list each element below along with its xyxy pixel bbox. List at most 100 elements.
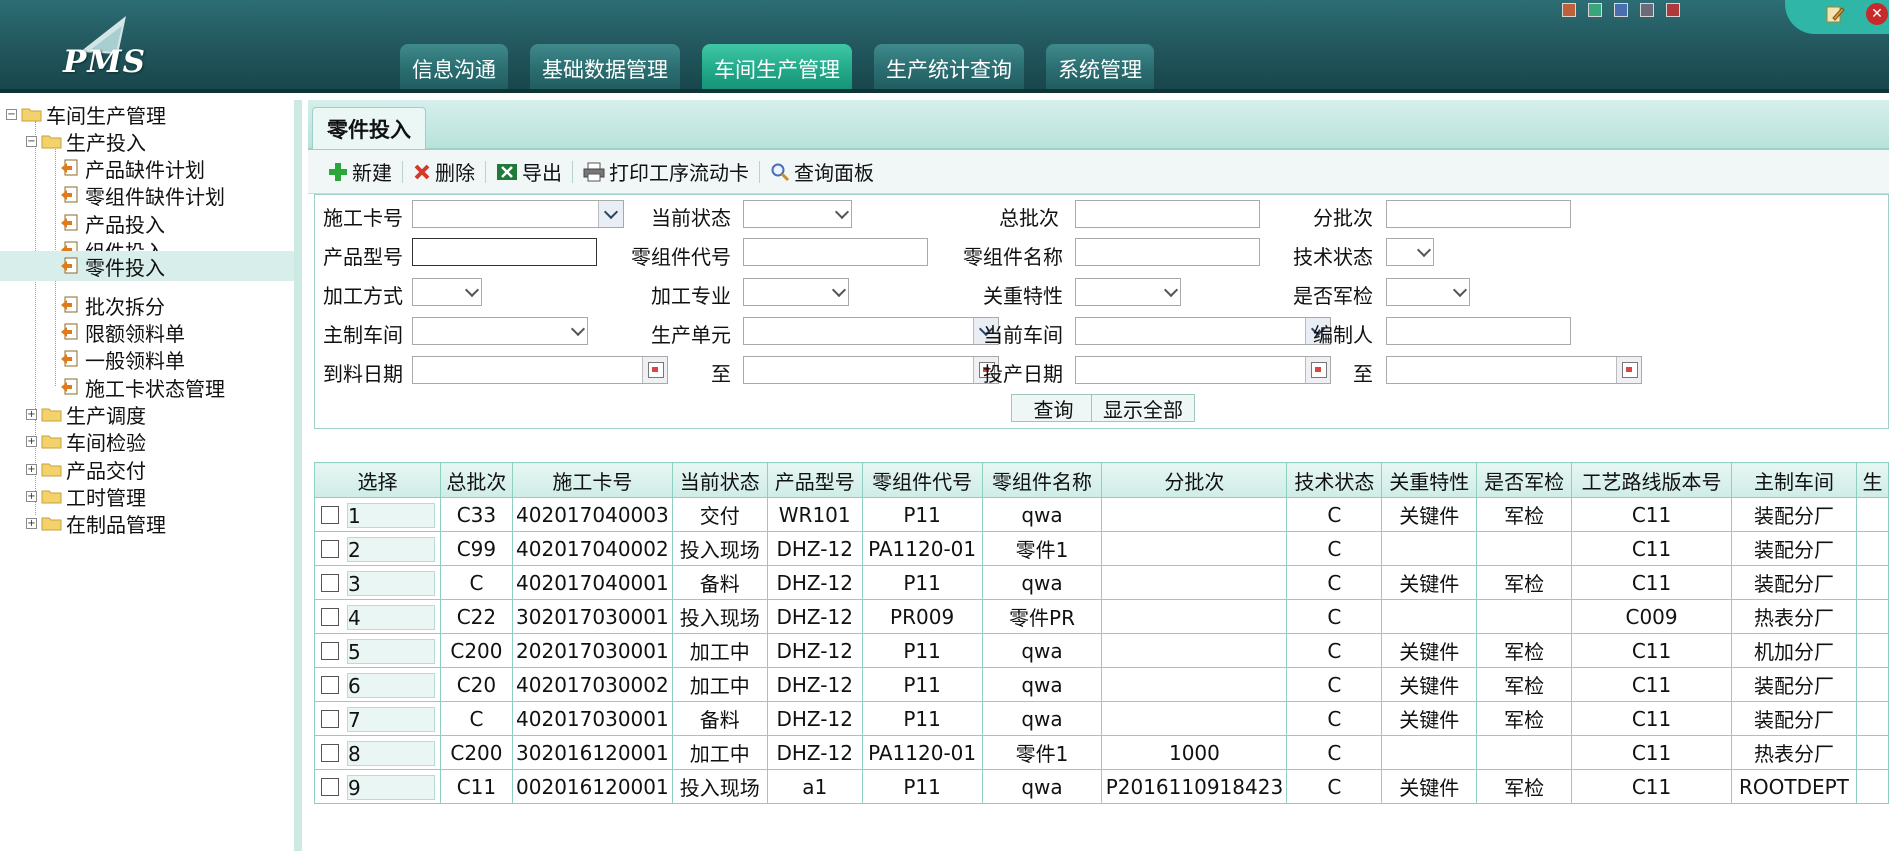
export-button[interactable]: 导出 bbox=[488, 157, 570, 186]
row-checkbox[interactable] bbox=[321, 574, 339, 592]
sidebar-item-product-input[interactable]: 产品投入 bbox=[60, 208, 165, 238]
row-number[interactable]: 4 bbox=[347, 604, 435, 630]
expand-icon[interactable]: + bbox=[26, 517, 37, 529]
row-checkbox[interactable] bbox=[321, 744, 339, 762]
table-row[interactable]: 6 C20 402017030002 加工中 DHZ-12 P11 qwa C … bbox=[314, 667, 1889, 702]
col-header-military[interactable]: 是否军检 bbox=[1476, 462, 1573, 498]
start-date-to[interactable] bbox=[1386, 356, 1642, 384]
expand-icon[interactable]: + bbox=[26, 408, 37, 420]
row-number[interactable]: 7 bbox=[347, 706, 435, 732]
print-button[interactable]: 打印工序流动卡 bbox=[575, 157, 757, 186]
row-number[interactable]: 8 bbox=[347, 740, 435, 766]
table-row[interactable]: 2 C99 402017040002 投入现场 DHZ-12 PA1120-01… bbox=[314, 531, 1889, 566]
collapse-icon[interactable]: − bbox=[26, 135, 37, 147]
total-batch-input[interactable] bbox=[1075, 200, 1260, 228]
col-header-model[interactable]: 产品型号 bbox=[766, 462, 863, 498]
col-header-sub-batch[interactable]: 分批次 bbox=[1101, 462, 1288, 498]
calendar-button[interactable] bbox=[642, 357, 667, 383]
nav-tab-workshop[interactable]: 车间生产管理 bbox=[702, 44, 852, 93]
row-checkbox[interactable] bbox=[321, 540, 339, 558]
military-select[interactable] bbox=[1386, 278, 1470, 306]
part-code-input[interactable] bbox=[743, 238, 928, 266]
table-row[interactable]: 5 C200 202017030001 加工中 DHZ-12 P11 qwa C… bbox=[314, 633, 1889, 668]
table-row[interactable]: 8 C200 302016120001 加工中 DHZ-12 PA1120-01… bbox=[314, 735, 1889, 770]
skin-swatch[interactable] bbox=[1614, 3, 1628, 17]
table-row[interactable]: 1 C33 402017040003 交付 WR101 P11 qwa C 关键… bbox=[314, 497, 1889, 532]
col-header-card-no[interactable]: 施工卡号 bbox=[511, 462, 673, 498]
arrive-date-to[interactable] bbox=[743, 356, 999, 384]
sub-batch-input[interactable] bbox=[1386, 200, 1571, 228]
part-name-input[interactable] bbox=[1075, 238, 1260, 266]
tree-node-wip[interactable]: + 在制品管理 bbox=[26, 508, 166, 538]
tech-status-select[interactable] bbox=[1386, 238, 1434, 266]
query-panel-button[interactable]: 查询面板 bbox=[762, 157, 882, 186]
col-header-part-name[interactable]: 零组件名称 bbox=[981, 462, 1103, 498]
expand-icon[interactable]: + bbox=[26, 435, 37, 447]
skin-swatch[interactable] bbox=[1588, 3, 1602, 17]
process-major-select[interactable] bbox=[743, 278, 849, 306]
new-button[interactable]: 新建 bbox=[320, 157, 400, 186]
tree-node-worktime[interactable]: + 工时管理 bbox=[26, 481, 146, 511]
row-number[interactable]: 6 bbox=[347, 672, 435, 698]
table-row[interactable]: 4 C22 302017030001 投入现场 DHZ-12 PR009 零件P… bbox=[314, 599, 1889, 634]
expand-icon[interactable]: + bbox=[26, 490, 37, 502]
query-button[interactable]: 查询 bbox=[1011, 394, 1096, 422]
skin-swatch[interactable] bbox=[1640, 3, 1654, 17]
row-number[interactable]: 2 bbox=[347, 536, 435, 562]
tree-node-delivery[interactable]: + 产品交付 bbox=[26, 454, 146, 484]
table-row[interactable]: 9 C11 002016120001 投入现场 a1 P11 qwa P2016… bbox=[314, 769, 1889, 804]
tree-node-inspection[interactable]: + 车间检验 bbox=[26, 426, 146, 456]
row-checkbox[interactable] bbox=[321, 778, 339, 796]
dropdown-button[interactable] bbox=[598, 201, 623, 227]
sidebar-item-general-picking[interactable]: 一般领料单 bbox=[60, 344, 185, 374]
table-row[interactable]: 3 C 402017040001 备料 DHZ-12 P11 qwa C 关键件… bbox=[314, 565, 1889, 600]
col-header-status[interactable]: 当前状态 bbox=[671, 462, 768, 498]
key-feature-select[interactable] bbox=[1075, 278, 1181, 306]
show-all-button[interactable]: 显示全部 bbox=[1091, 394, 1195, 422]
calendar-button[interactable] bbox=[1616, 357, 1641, 383]
start-date-from[interactable] bbox=[1075, 356, 1331, 384]
col-header-part-code[interactable]: 零组件代号 bbox=[861, 462, 983, 498]
calendar-button[interactable] bbox=[1305, 357, 1330, 383]
row-number[interactable]: 5 bbox=[347, 638, 435, 664]
status-select[interactable] bbox=[743, 200, 852, 228]
col-header-tech-status[interactable]: 技术状态 bbox=[1286, 462, 1383, 498]
close-icon[interactable]: ✕ bbox=[1866, 3, 1888, 25]
col-header-select[interactable]: 选择 bbox=[314, 462, 441, 498]
tree-node-root[interactable]: − 车间生产管理 bbox=[6, 99, 166, 129]
sidebar-item-batch-split[interactable]: 批次拆分 bbox=[60, 290, 165, 320]
sidebar-item-product-shortage[interactable]: 产品缺件计划 bbox=[60, 153, 205, 183]
collapse-icon[interactable]: − bbox=[6, 108, 17, 120]
card-no-combo[interactable] bbox=[412, 200, 624, 228]
nav-tab-info[interactable]: 信息沟通 bbox=[400, 44, 508, 93]
tree-node-group[interactable]: − 生产投入 bbox=[26, 126, 146, 156]
skin-swatch[interactable] bbox=[1562, 3, 1576, 17]
col-header-key-feature[interactable]: 关重特性 bbox=[1381, 462, 1478, 498]
col-header-total-batch[interactable]: 总批次 bbox=[439, 462, 513, 498]
sidebar-item-part-shortage[interactable]: 零组件缺件计划 bbox=[60, 180, 225, 210]
row-checkbox[interactable] bbox=[321, 676, 339, 694]
arrive-date-from[interactable] bbox=[412, 356, 668, 384]
sidebar-item-limit-picking[interactable]: 限额领料单 bbox=[60, 317, 185, 347]
row-checkbox[interactable] bbox=[321, 608, 339, 626]
nav-tab-stats[interactable]: 生产统计查询 bbox=[874, 44, 1024, 93]
row-number[interactable]: 9 bbox=[347, 774, 435, 800]
row-number[interactable]: 1 bbox=[347, 502, 435, 528]
product-model-input[interactable] bbox=[412, 238, 597, 266]
col-header-main-workshop[interactable]: 主制车间 bbox=[1731, 462, 1857, 498]
sidebar-item-card-status[interactable]: 施工卡状态管理 bbox=[60, 372, 225, 402]
edit-icon[interactable] bbox=[1825, 4, 1845, 24]
row-checkbox[interactable] bbox=[321, 506, 339, 524]
sidebar-item-part-input[interactable]: 零件投入 bbox=[0, 251, 294, 281]
expand-icon[interactable]: + bbox=[26, 463, 37, 475]
prod-unit-combo[interactable] bbox=[743, 317, 999, 345]
row-checkbox[interactable] bbox=[321, 710, 339, 728]
row-number[interactable]: 3 bbox=[347, 570, 435, 596]
main-workshop-select[interactable] bbox=[412, 317, 588, 345]
tree-node-scheduling[interactable]: + 生产调度 bbox=[26, 399, 146, 429]
skin-swatch[interactable] bbox=[1666, 3, 1680, 17]
col-header-route-version[interactable]: 工艺路线版本号 bbox=[1571, 462, 1732, 498]
nav-tab-system[interactable]: 系统管理 bbox=[1046, 44, 1154, 93]
nav-tab-basedata[interactable]: 基础数据管理 bbox=[530, 44, 680, 93]
col-header-truncated[interactable]: 生 bbox=[1855, 462, 1889, 498]
